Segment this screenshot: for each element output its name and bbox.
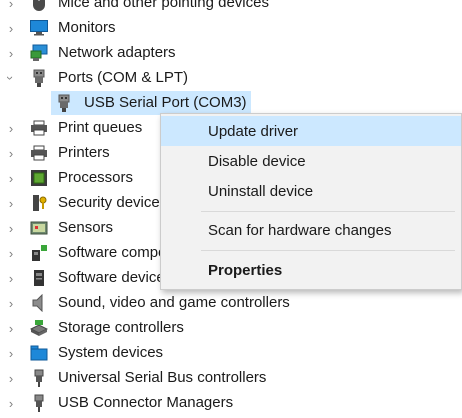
sensor-icon [30,219,48,237]
usb-icon [30,369,48,387]
tree-item-label: Software devices [58,269,173,286]
chevron-right-icon[interactable]: › [4,41,18,65]
speaker-icon [30,294,48,312]
tree-item-label: Mice and other pointing devices [58,0,269,11]
chevron-right-icon[interactable]: › [4,316,18,340]
chevron-right-icon[interactable]: › [4,291,18,315]
software-device-icon [30,269,48,287]
properties-menu-item[interactable]: Properties [161,255,461,285]
chevron-right-icon[interactable]: › [4,116,18,140]
scan-hardware-menu-item[interactable]: Scan for hardware changes [161,215,461,245]
tree-item-label: Print queues [58,119,143,136]
tree-item-label: Monitors [58,19,116,36]
disable-device-menu-item[interactable]: Disable device [161,146,461,176]
processor-icon [30,169,48,187]
printer-icon [30,144,48,162]
monitor-icon [30,19,48,37]
chevron-right-icon[interactable]: › [4,191,18,215]
chevron-right-icon[interactable]: › [4,366,18,390]
mouse-icon [30,0,48,12]
chevron-right-icon[interactable]: › [4,166,18,190]
storage-icon [30,319,48,337]
chevron-right-icon[interactable]: › [4,0,18,15]
chevron-right-icon[interactable]: › [4,341,18,365]
printer-icon [30,119,48,137]
update-driver-menu-item[interactable]: Update driver [161,116,461,146]
chevron-right-icon[interactable]: › [4,241,18,265]
tree-item-label: USB Serial Port (COM3) [84,94,247,111]
tree-item-label: Ports (COM & LPT) [58,69,189,86]
tree-item-label: Printers [58,144,110,161]
port-icon [55,94,73,112]
software-component-icon [30,244,48,262]
chevron-right-icon[interactable]: › [4,266,18,290]
security-key-icon [30,194,48,212]
tree-item-label: Storage controllers [58,319,184,336]
tree-item-label: Sensors [58,219,114,236]
chevron-down-icon[interactable]: › [0,71,23,85]
chevron-right-icon[interactable]: › [4,391,18,415]
usb-icon [30,394,48,412]
tree-item-label: Network adapters [58,44,176,61]
tree-item-label: Sound, video and game controllers [58,294,290,311]
chevron-right-icon[interactable]: › [4,216,18,240]
system-device-icon [30,344,48,362]
tree-item-label: USB Connector Managers [58,394,234,411]
tree-item-usb-serial-port[interactable]: USB Serial Port (COM3) [0,91,462,115]
context-menu: Update driver Disable device Uninstall d… [160,113,462,290]
uninstall-device-menu-item[interactable]: Uninstall device [161,176,461,206]
chevron-right-icon[interactable]: › [4,16,18,40]
tree-item-label: Universal Serial Bus controllers [58,369,267,386]
tree-item-label: Security devices [58,194,168,211]
menu-separator [201,250,455,251]
chevron-right-icon[interactable]: › [4,141,18,165]
menu-separator [201,211,455,212]
network-adapter-icon [30,44,48,62]
tree-item-label: System devices [58,344,164,361]
port-icon [30,69,48,87]
tree-item-label: Processors [58,169,134,186]
